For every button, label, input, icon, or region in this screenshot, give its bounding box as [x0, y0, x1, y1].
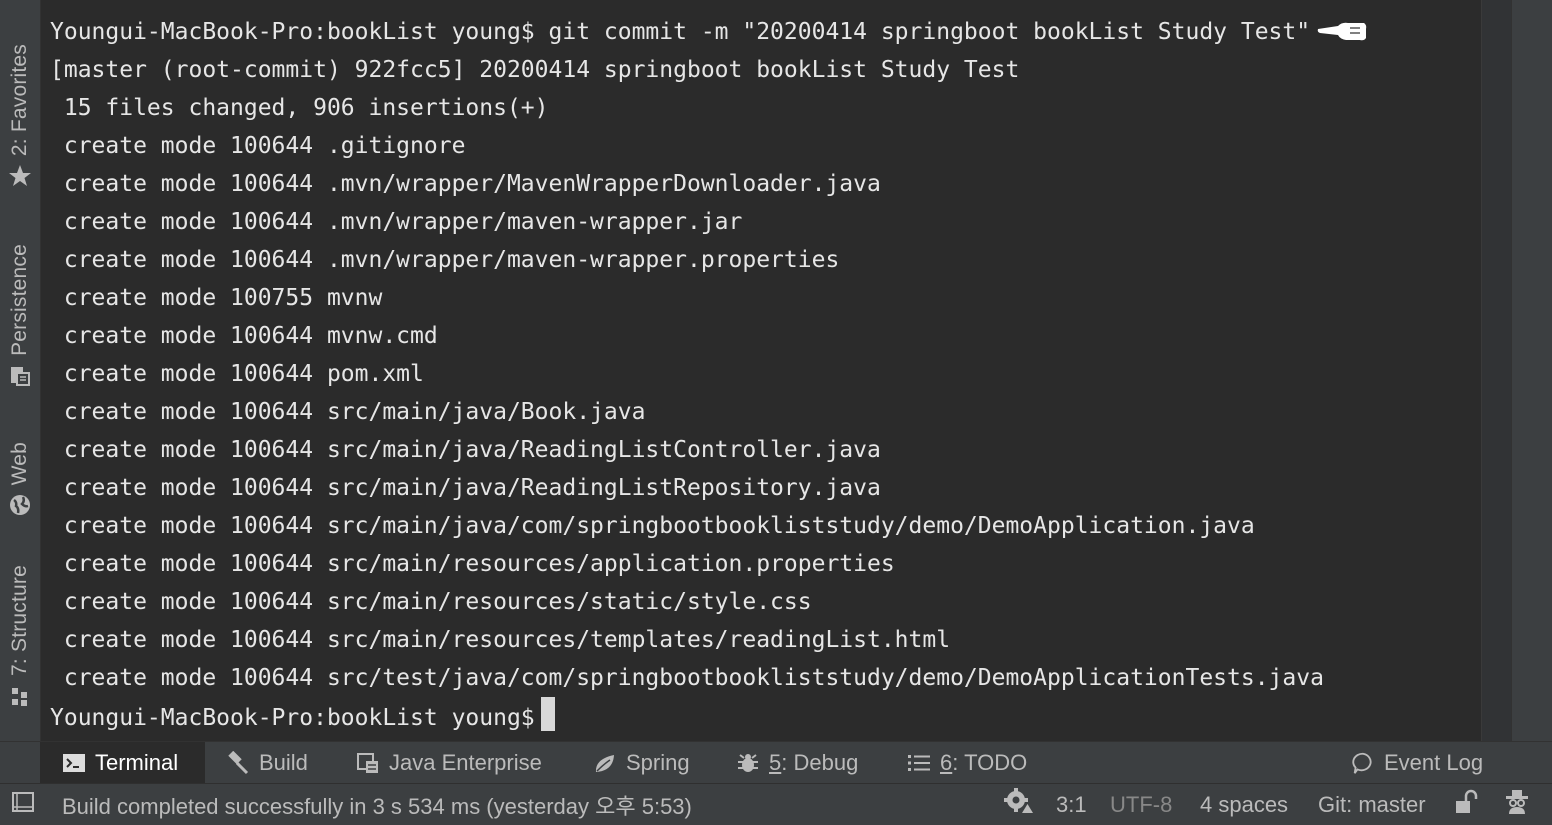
terminal-panel[interactable]: Youngui-MacBook-Pro:bookList young$ git …	[41, 0, 1481, 741]
tab-java-enterprise[interactable]: Java Enterprise	[356, 742, 542, 784]
structure-icon	[8, 684, 32, 708]
sidebar-tab-persistence-label: Persistence	[8, 244, 31, 356]
sidebar-tab-web[interactable]: Web	[0, 442, 40, 517]
persistence-icon	[8, 364, 32, 388]
terminal-output-line: create mode 100644 src/main/java/Reading…	[50, 437, 881, 463]
tool-window-bar: Terminal Build Java Enterprise Spring 5:…	[0, 741, 1552, 784]
tab-event-log[interactable]: Event Log	[1351, 742, 1483, 784]
terminal-output-line: create mode 100644 src/main/resources/te…	[50, 627, 951, 653]
terminal-right-gutter	[1481, 0, 1512, 741]
terminal-output-line: create mode 100644 .gitignore	[50, 133, 466, 159]
terminal-prompt-line[interactable]: Youngui-MacBook-Pro:bookList young$	[50, 697, 555, 735]
pointing-hand-icon	[1316, 16, 1368, 54]
bug-icon	[736, 751, 760, 775]
hammer-icon	[226, 751, 250, 775]
terminal-icon	[62, 751, 86, 775]
git-branch[interactable]: Git: master	[1318, 784, 1426, 825]
sidebar-tab-persistence[interactable]: Persistence	[0, 244, 40, 388]
terminal-prompt: Youngui-MacBook-Pro:bookList young$	[50, 705, 535, 731]
todo-list-icon	[907, 751, 931, 775]
star-icon	[8, 164, 32, 188]
right-tool-strip	[1511, 0, 1552, 741]
terminal-output-line: create mode 100755 mvnw	[50, 285, 383, 311]
terminal-output-line: create mode 100644 src/main/resources/ap…	[50, 551, 895, 577]
terminal-output-line: create mode 100644 src/main/java/com/spr…	[50, 513, 1255, 539]
hector-button[interactable]	[1503, 784, 1531, 825]
tab-spring-label: Spring	[626, 750, 690, 775]
tab-java-enterprise-label: Java Enterprise	[389, 750, 542, 775]
terminal-output-line: create mode 100644 .mvn/wrapper/maven-wr…	[50, 247, 840, 273]
sidebar-tab-favorites-label: 2: Favorites	[8, 44, 31, 157]
sidebar-tab-structure-label: 7: Structure	[8, 565, 31, 676]
readonly-toggle[interactable]	[1453, 784, 1479, 825]
globe-icon	[8, 493, 32, 517]
caret-position[interactable]: 3:1	[1056, 784, 1087, 825]
left-tool-sidebar: 2: Favorites Persistence Web 7: Structur…	[0, 0, 41, 741]
gear-icon	[1002, 787, 1036, 823]
file-encoding[interactable]: UTF-8	[1110, 784, 1172, 825]
tab-todo[interactable]: 6: TODO	[907, 742, 1027, 784]
event-status-button[interactable]	[1002, 784, 1036, 825]
tab-todo-label: : TODO	[952, 750, 1028, 775]
tab-debug[interactable]: 5: Debug	[736, 742, 858, 784]
sidebar-tab-structure[interactable]: 7: Structure	[0, 565, 40, 708]
terminal-output-line: create mode 100644 src/main/java/Reading…	[50, 475, 881, 501]
terminal-output-line: create mode 100644 src/main/java/Book.ja…	[50, 399, 646, 425]
indent-setting[interactable]: 4 spaces	[1200, 784, 1288, 825]
sidebar-tab-web-label: Web	[8, 442, 31, 486]
unlock-icon	[1453, 789, 1479, 821]
java-enterprise-icon	[356, 751, 380, 775]
speech-bubble-icon	[1351, 751, 1375, 775]
hector-icon	[1503, 788, 1531, 822]
tab-build[interactable]: Build	[226, 742, 308, 784]
terminal-output-line: create mode 100644 .mvn/wrapper/MavenWra…	[50, 171, 881, 197]
tab-spring[interactable]: Spring	[593, 742, 690, 784]
tab-debug-label: : Debug	[781, 750, 859, 775]
terminal-output-line: create mode 100644 src/test/java/com/spr…	[50, 665, 1324, 691]
square-icon	[11, 790, 37, 820]
sidebar-tab-favorites[interactable]: 2: Favorites	[0, 44, 40, 188]
tab-terminal[interactable]: Terminal	[40, 742, 205, 784]
terminal-output-line: create mode 100644 src/main/resources/st…	[50, 589, 812, 615]
terminal-output-line: create mode 100644 pom.xml	[50, 361, 424, 387]
terminal-command-line: Youngui-MacBook-Pro:bookList young$ git …	[50, 13, 1368, 51]
terminal-output-line: create mode 100644 mvnw.cmd	[50, 323, 438, 349]
terminal-output-line: [master (root-commit) 922fcc5] 20200414 …	[50, 57, 1020, 83]
terminal-output-line: create mode 100644 .mvn/wrapper/maven-wr…	[50, 209, 743, 235]
terminal-output-line: 15 files changed, 906 insertions(+)	[50, 95, 549, 121]
tab-build-label: Build	[259, 750, 308, 775]
tab-event-log-label: Event Log	[1384, 750, 1484, 775]
terminal-cursor	[540, 697, 555, 731]
tab-terminal-label: Terminal	[95, 750, 179, 775]
status-message[interactable]: Build completed successfully in 3 s 534 …	[62, 784, 692, 825]
tab-todo-number: 6	[940, 750, 953, 775]
spring-leaf-icon	[593, 751, 617, 775]
tab-debug-number: 5	[769, 750, 782, 775]
terminal-command-text: Youngui-MacBook-Pro:bookList young$ git …	[50, 19, 1311, 45]
status-bar: Build completed successfully in 3 s 534 …	[0, 783, 1552, 825]
hide-tool-windows-button[interactable]	[11, 784, 37, 825]
